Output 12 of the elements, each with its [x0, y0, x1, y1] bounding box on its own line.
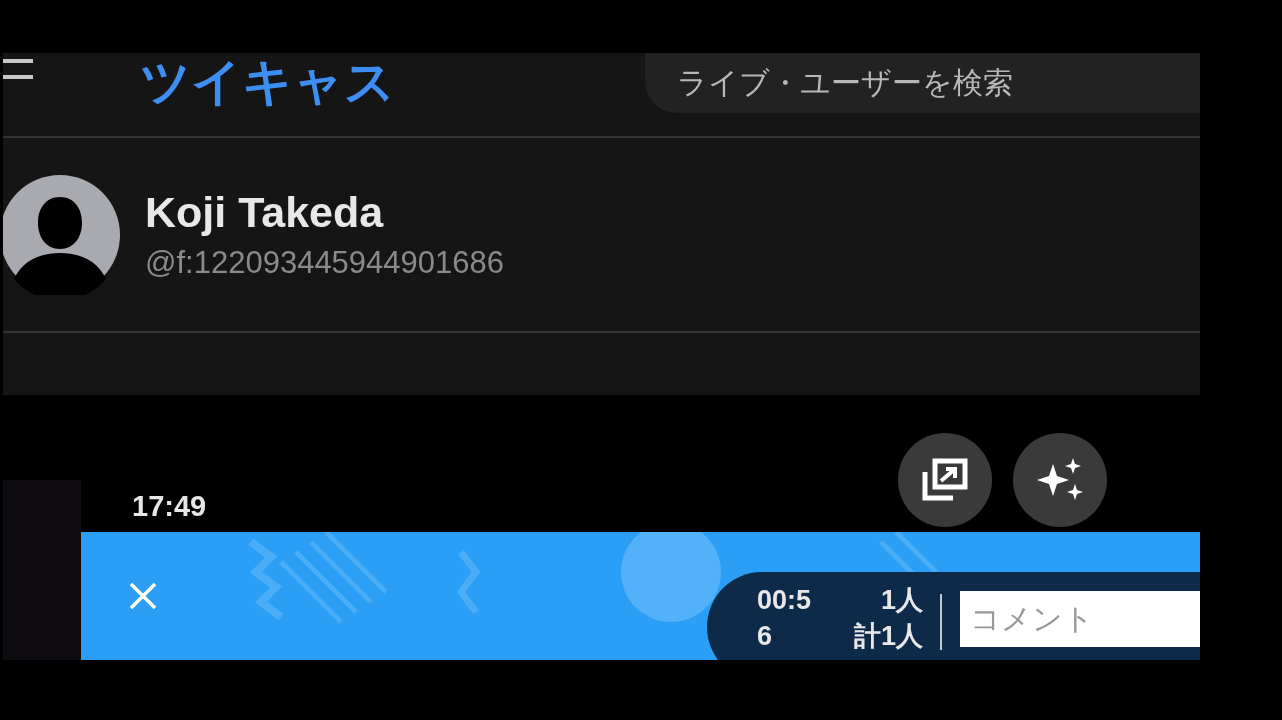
total-viewer-count: 計1人: [854, 620, 924, 653]
avatar-icon: [3, 174, 120, 295]
logo[interactable]: ツイキャス: [140, 53, 395, 111]
time-label: 17:49: [132, 489, 207, 523]
search-field[interactable]: ライブ・ユーザーを検索: [645, 53, 1200, 113]
viewer-count: 1人: [881, 584, 924, 617]
user-name: Koji Takeda: [145, 188, 385, 237]
timer: 00:56: [757, 584, 813, 653]
comment-field[interactable]: コメント: [960, 591, 1200, 647]
close-icon[interactable]: [128, 581, 158, 611]
window-arrow-icon: [921, 458, 969, 502]
user-handle: @f:122093445944901686: [145, 245, 505, 281]
